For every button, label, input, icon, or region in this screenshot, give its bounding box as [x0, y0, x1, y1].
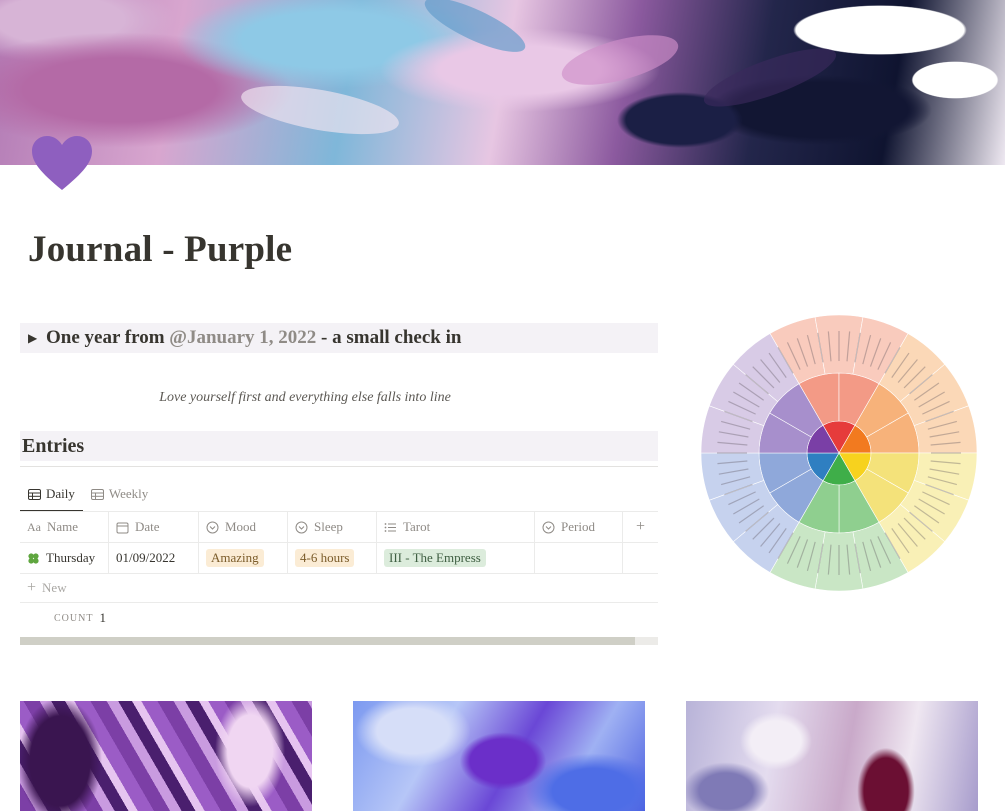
toggle-heading-text: One year from @January 1, 2022 - a small…	[46, 327, 462, 348]
purple-marble-image	[20, 701, 312, 811]
tab-label: Weekly	[108, 486, 149, 501]
divider	[20, 466, 658, 467]
table-icon	[90, 488, 104, 500]
select-icon	[206, 521, 219, 533]
add-column-button[interactable]: +	[623, 512, 658, 542]
emotion-wheel-image	[700, 314, 978, 592]
column-header-tarot[interactable]: Tarot	[377, 512, 535, 542]
column-label: Mood	[225, 519, 257, 534]
column-header-period[interactable]: Period	[535, 512, 623, 542]
lilac-marble-image	[686, 701, 978, 811]
date-cell[interactable]: 01/09/2022	[109, 543, 199, 573]
count-footer[interactable]: COUNT 1	[20, 603, 658, 633]
count-value: 1	[99, 610, 106, 625]
new-row-button[interactable]: + New	[20, 574, 658, 603]
column-header-mood[interactable]: Mood	[199, 512, 288, 542]
mood-tag: Amazing	[206, 549, 264, 567]
scrollbar-thumb[interactable]	[20, 637, 635, 645]
column-label: Name	[47, 519, 79, 534]
toggle-arrow-icon[interactable]: ▶	[28, 331, 46, 346]
date-mention[interactable]: @January 1, 2022	[169, 327, 316, 348]
view-tabs: Daily Weekly	[20, 478, 156, 512]
column-header-sleep[interactable]: Sleep	[288, 512, 377, 542]
column-header-date[interactable]: Date	[109, 512, 199, 542]
column-label: Tarot	[403, 519, 431, 534]
tab-weekly[interactable]: Weekly	[83, 478, 156, 510]
count-label: COUNT	[54, 612, 94, 624]
quote-text: Love yourself first and everything else …	[159, 390, 451, 405]
sleep-cell[interactable]: 4-6 hours	[288, 543, 377, 573]
mood-cell[interactable]: Amazing	[199, 543, 288, 573]
four-leaf-clover-icon	[28, 552, 39, 564]
column-label: Period	[561, 519, 595, 534]
tarot-tag: III - The Empress	[384, 549, 486, 567]
entries-heading: Entries	[20, 431, 658, 461]
name-cell[interactable]: Thursday	[20, 543, 109, 573]
text-icon: Aa	[27, 519, 41, 534]
table-header-row: Aa Name Date Mood Sleep Tarot Period +	[20, 511, 658, 543]
empty-cell	[623, 543, 658, 573]
entry-name: Thursday	[46, 550, 96, 565]
check-in-toggle[interactable]: ▶ One year from @January 1, 2022 - a sma…	[20, 323, 658, 353]
table-row[interactable]: Thursday 01/09/2022 Amazing 4-6 hours II…	[20, 543, 658, 574]
blue-marble-image	[353, 701, 645, 811]
new-label: New	[42, 580, 67, 595]
purple-heart-icon[interactable]	[30, 134, 94, 192]
sleep-tag: 4-6 hours	[295, 549, 355, 567]
plus-icon: +	[27, 579, 37, 596]
select-icon	[542, 521, 555, 533]
column-label: Sleep	[314, 519, 343, 534]
column-header-name[interactable]: Aa Name	[20, 512, 109, 542]
select-icon	[295, 521, 308, 533]
entries-table: Aa Name Date Mood Sleep Tarot Period + T…	[20, 511, 658, 633]
column-label: Date	[135, 519, 160, 534]
horizontal-scrollbar[interactable]	[20, 637, 658, 645]
calendar-icon	[116, 522, 129, 533]
tab-label: Daily	[46, 486, 75, 501]
tarot-cell[interactable]: III - The Empress	[377, 543, 535, 573]
list-icon	[384, 522, 396, 532]
tab-daily[interactable]: Daily	[20, 478, 83, 512]
cover-image	[0, 0, 1005, 165]
period-cell[interactable]	[535, 543, 623, 573]
table-icon	[28, 488, 41, 500]
page-title[interactable]: Journal - Purple	[28, 228, 292, 271]
